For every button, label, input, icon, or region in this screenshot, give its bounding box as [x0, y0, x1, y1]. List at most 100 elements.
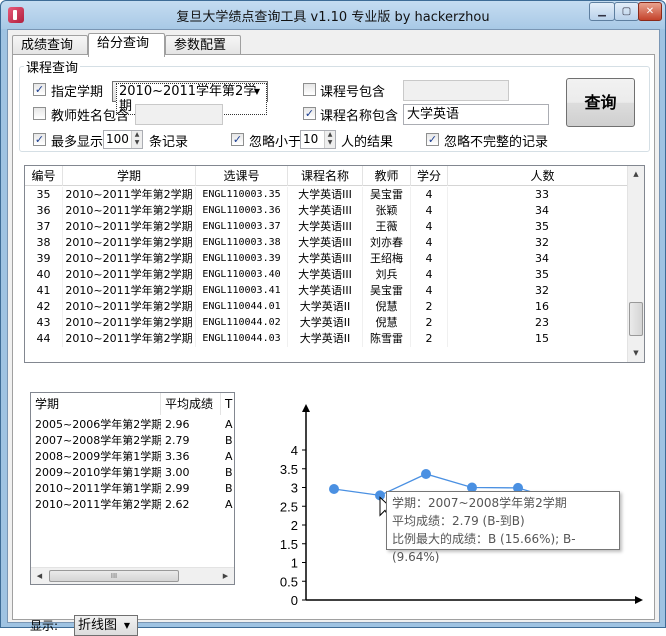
list-item[interactable]: 2008~2009学年第1学期 3.36 A — [31, 449, 234, 465]
y-tick-label: 3 — [291, 481, 298, 496]
table-cell: ENGL110003.37 — [196, 219, 288, 235]
term-checkbox[interactable]: ✓ — [33, 83, 46, 96]
table-cell: 2010~2011学年第2学期 — [63, 299, 196, 315]
col-header-id[interactable]: 编号 — [25, 166, 63, 186]
course-name-checkbox[interactable]: ✓ — [303, 107, 316, 120]
table-cell: 2010~2011学年第2学期 — [63, 187, 196, 203]
query-button[interactable]: 查询 — [566, 78, 635, 127]
title-bar[interactable]: 复旦大学绩点查询工具 v1.10 专业版 by hackerzhou ▁ ▢ ✕ — [1, 1, 665, 29]
col-header-teacher[interactable]: 教师 — [363, 166, 411, 186]
table-cell: 大学英语III — [288, 187, 363, 203]
table-cell: 23 — [448, 315, 637, 331]
course-no-checkbox[interactable] — [303, 83, 316, 96]
table-cell: 42 — [25, 299, 63, 315]
col-header-extra[interactable]: T — [221, 393, 234, 415]
ignore-less-checkbox[interactable]: ✓ — [231, 133, 244, 146]
scroll-thumb[interactable]: III — [49, 570, 179, 582]
table-cell: 35 — [25, 187, 63, 203]
table-cell: ENGL110044.01 — [196, 299, 288, 315]
tab-settings[interactable]: 参数配置 — [165, 35, 241, 56]
tab-score-query[interactable]: 给分查询 — [88, 33, 165, 57]
horizontal-scrollbar[interactable]: ◀ III ▶ — [31, 567, 234, 584]
tab-grade-query[interactable]: 成绩查询 — [12, 35, 88, 56]
close-button[interactable]: ✕ — [638, 2, 662, 21]
list-item[interactable]: 2005~2006学年第2学期 2.96 A — [31, 417, 234, 433]
teacher-input[interactable] — [135, 104, 223, 125]
table-cell: 35 — [448, 219, 637, 235]
term-dropdown[interactable]: 2010~2011学年第2学期 ▼ — [112, 81, 268, 115]
table-cell: 2010~2011学年第2学期 — [63, 331, 196, 347]
max-show-checkbox[interactable]: ✓ — [33, 133, 46, 146]
scroll-right-icon[interactable]: ▶ — [217, 568, 234, 584]
col-header-count[interactable]: 人数 — [448, 166, 637, 186]
course-name-input[interactable]: 大学英语 — [403, 104, 549, 125]
ignore-less-stepper[interactable]: 10 ▲ ▼ — [300, 130, 336, 149]
list-cell: B — [225, 482, 233, 495]
scroll-left-icon[interactable]: ◀ — [31, 568, 48, 584]
table-cell: 大学英语II — [288, 299, 363, 315]
col-header-term[interactable]: 学期 — [31, 393, 161, 415]
minimize-button[interactable]: ▁ — [589, 2, 615, 21]
table-cell: 2010~2011学年第2学期 — [63, 219, 196, 235]
display-mode-dropdown[interactable]: 折线图 ▼ — [74, 615, 138, 636]
scroll-thumb[interactable] — [629, 302, 643, 336]
table-row[interactable]: 35 2010~2011学年第2学期 ENGL110003.35 大学英语III 吴宝雷… — [25, 187, 637, 203]
stepper-arrows-icon[interactable]: ▲ ▼ — [324, 131, 335, 148]
list-cell: 2007~2008学年第2学期 — [35, 434, 161, 447]
col-header-credit[interactable]: 学分 — [411, 166, 448, 186]
list-cell: B — [225, 466, 233, 479]
table-cell: 王薇 — [363, 219, 411, 235]
scroll-up-icon[interactable]: ▲ — [628, 166, 644, 183]
window-title: 复旦大学绩点查询工具 v1.10 专业版 by hackerzhou — [176, 10, 490, 25]
results-grid[interactable]: 编号 学期 选课号 课程名称 教师 学分 人数 35 2010~2011学年第2学… — [24, 165, 645, 363]
table-cell: 刘兵 — [363, 267, 411, 283]
list-cell: 2008~2009学年第1学期 — [35, 450, 161, 463]
table-row[interactable]: 38 2010~2011学年第2学期 ENGL110003.38 大学英语III 刘亦春… — [25, 235, 637, 251]
score-query-page: 课程查询 ✓ 指定学期 2010~2011学年第2学期 ▼ 课程号包含 教师姓名… — [12, 54, 655, 636]
course-no-input[interactable] — [403, 80, 509, 101]
list-item[interactable]: 2010~2011学年第1学期 2.99 B — [31, 481, 234, 497]
table-row[interactable]: 42 2010~2011学年第2学期 ENGL110044.01 大学英语II 倪慧 2 1… — [25, 299, 637, 315]
table-cell: 王绍梅 — [363, 251, 411, 267]
table-row[interactable]: 41 2010~2011学年第2学期 ENGL110003.41 大学英语III 吴宝雷… — [25, 283, 637, 299]
vertical-scrollbar[interactable]: ▲ ▼ — [627, 166, 644, 362]
ignore-incomplete-checkbox[interactable]: ✓ — [426, 133, 439, 146]
ignore-incomplete-label: 忽略不完整的记录 — [444, 135, 549, 150]
col-header-avg[interactable]: 平均成绩 — [161, 393, 221, 415]
col-header-course-no[interactable]: 选课号 — [196, 166, 288, 186]
col-header-course-name[interactable]: 课程名称 — [288, 166, 363, 186]
table-row[interactable]: 36 2010~2011学年第2学期 ENGL110003.36 大学英语III 张颖 4… — [25, 203, 637, 219]
list-cell: 2005~2006学年第2学期 — [35, 418, 161, 431]
y-axis-arrow — [302, 404, 310, 412]
term-summary-list[interactable]: 学期 平均成绩 T 2005~2006学年第2学期 2.96 A 2007~2008学… — [30, 392, 235, 585]
list-item[interactable]: 2009~2010学年第1学期 3.00 B — [31, 465, 234, 481]
table-cell: 大学英语III — [288, 267, 363, 283]
table-row[interactable]: 39 2010~2011学年第2学期 ENGL110003.39 大学英语III 王绍梅… — [25, 251, 637, 267]
table-cell: 16 — [448, 299, 637, 315]
max-show-stepper[interactable]: 100 ▲ ▼ — [103, 130, 143, 149]
list-item[interactable]: 2010~2011学年第2学期 2.62 A — [31, 497, 234, 513]
table-row[interactable]: 44 2010~2011学年第2学期 ENGL110044.03 大学英语II 陈雪雷 2… — [25, 331, 637, 347]
table-cell: ENGL110003.40 — [196, 267, 288, 283]
display-mode-value: 折线图 — [78, 618, 118, 633]
table-cell: 32 — [448, 235, 637, 251]
scroll-down-icon[interactable]: ▼ — [628, 345, 644, 362]
table-row[interactable]: 37 2010~2011学年第2学期 ENGL110003.37 大学英语III 王薇 4… — [25, 219, 637, 235]
list-cell: A — [225, 498, 233, 511]
col-header-term[interactable]: 学期 — [63, 166, 196, 186]
table-cell: 4 — [411, 283, 448, 299]
list-cell: 2.99 — [165, 482, 190, 495]
teacher-checkbox[interactable] — [33, 107, 46, 120]
maximize-button[interactable]: ▢ — [614, 2, 639, 21]
list-item[interactable]: 2007~2008学年第2学期 2.79 B — [31, 433, 234, 449]
table-row[interactable]: 40 2010~2011学年第2学期 ENGL110003.40 大学英语III 刘兵 4… — [25, 267, 637, 283]
y-tick-label: 3.5 — [280, 462, 298, 477]
grid-header: 编号 学期 选课号 课程名称 教师 学分 人数 — [25, 166, 637, 186]
list-cell: 2.96 — [165, 418, 190, 431]
table-row[interactable]: 43 2010~2011学年第2学期 ENGL110044.02 大学英语II 倪慧 2 2… — [25, 315, 637, 331]
y-tick-label: 2 — [291, 518, 298, 533]
table-cell: ENGL110003.41 — [196, 283, 288, 299]
table-cell: 15 — [448, 331, 637, 347]
stepper-arrows-icon[interactable]: ▲ ▼ — [131, 131, 142, 148]
table-cell: 大学英语II — [288, 315, 363, 331]
